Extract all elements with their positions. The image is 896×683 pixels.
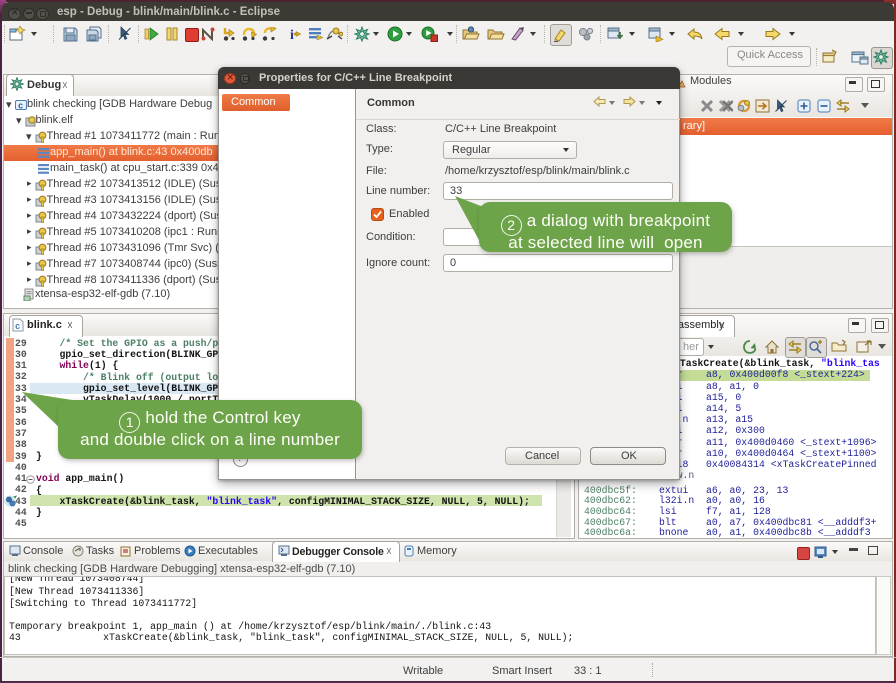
svg-text:i: i <box>290 28 294 41</box>
svg-text:c: c <box>18 102 23 112</box>
svg-text:c: c <box>15 322 20 332</box>
